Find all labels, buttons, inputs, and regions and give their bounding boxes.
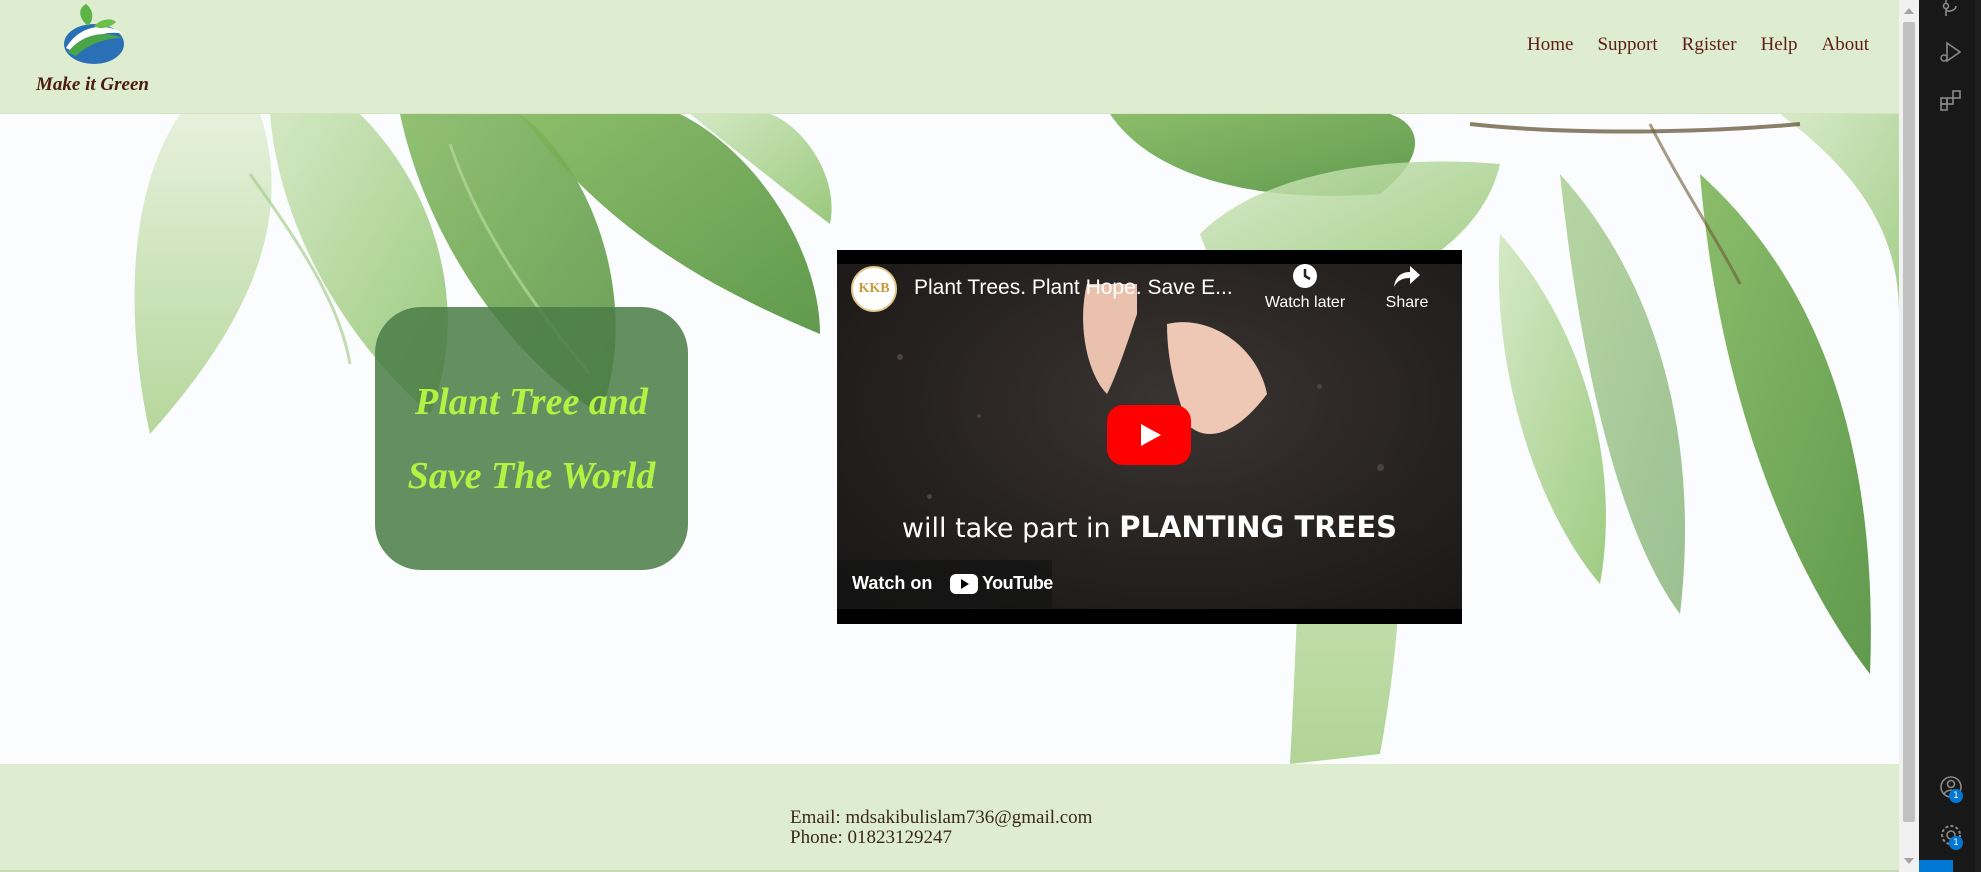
remote-indicator[interactable] (1919, 860, 1953, 872)
hero-section: Plant Tree and Save The World KKB Plant … (0, 114, 1899, 764)
main-nav: Home Support Rgister Help About (1503, 34, 1869, 56)
nav-home-link[interactable]: Home (1527, 34, 1573, 56)
tagline-card: Plant Tree and Save The World (375, 307, 688, 570)
nav-support-link[interactable]: Support (1597, 34, 1657, 56)
navbar: Make it Green Home Support Rgister Help … (0, 0, 1899, 114)
tagline-line-2: Save The World (407, 454, 656, 497)
footer: Email: mdsakibulislam736@gmail.com Phone… (0, 764, 1899, 872)
brand-logo[interactable]: Make it Green (30, 4, 155, 96)
tagline-line-1: Plant Tree and (415, 380, 648, 423)
youtube-logo-icon (950, 574, 978, 594)
youtube-embed[interactable]: KKB Plant Trees. Plant Hope. Save E... W… (837, 250, 1462, 624)
nav-register-link[interactable]: Rgister (1682, 34, 1737, 56)
contact-email: Email: mdsakibulislam736@gmail.com (790, 807, 1093, 828)
settings-badge: 1 (1949, 836, 1963, 850)
clock-icon (1257, 262, 1353, 292)
brand-name: Make it Green (36, 74, 149, 95)
editor-activity-bar: 1 1 (1919, 0, 1981, 872)
caption-emphasis: PLANTING TREES (1119, 510, 1398, 544)
watch-later-label: Watch later (1264, 294, 1346, 311)
video-caption: will take part in PLANTING TREES (837, 510, 1462, 544)
web-page: Make it Green Home Support Rgister Help … (0, 0, 1899, 872)
youtube-wordmark: YouTube (982, 573, 1053, 593)
run-debug-icon[interactable] (1939, 40, 1963, 64)
source-control-icon[interactable] (1939, 0, 1963, 24)
side-panel-edge (1975, 0, 1981, 872)
caption-prefix: will take part in (901, 513, 1120, 544)
contact-phone: Phone: 01823129247 (790, 827, 953, 848)
contact-info: Email: mdsakibulislam736@gmail.com Phone… (790, 808, 1092, 848)
play-button[interactable] (1107, 405, 1191, 465)
extensions-icon[interactable] (1939, 88, 1963, 112)
page-scrollbar[interactable] (1899, 0, 1919, 872)
scroll-down-arrow-icon[interactable] (1904, 858, 1914, 864)
share-icon (1359, 262, 1455, 292)
share-button[interactable]: Share (1359, 262, 1455, 312)
watch-on-youtube-button[interactable]: Watch on YouTube (837, 560, 1053, 608)
video-title[interactable]: Plant Trees. Plant Hope. Save E... (914, 276, 1233, 300)
channel-avatar[interactable]: KKB (851, 266, 897, 312)
share-label: Share (1385, 294, 1429, 311)
nav-about-link[interactable]: About (1822, 34, 1870, 56)
watch-on-label: Watch on (852, 573, 933, 593)
accounts-badge: 1 (1949, 789, 1963, 803)
scroll-thumb[interactable] (1903, 22, 1915, 822)
scroll-up-arrow-icon[interactable] (1904, 8, 1914, 14)
watch-later-button[interactable]: Watch later (1257, 262, 1353, 312)
leaf-logo-icon (64, 4, 124, 64)
nav-help-link[interactable]: Help (1761, 34, 1798, 56)
